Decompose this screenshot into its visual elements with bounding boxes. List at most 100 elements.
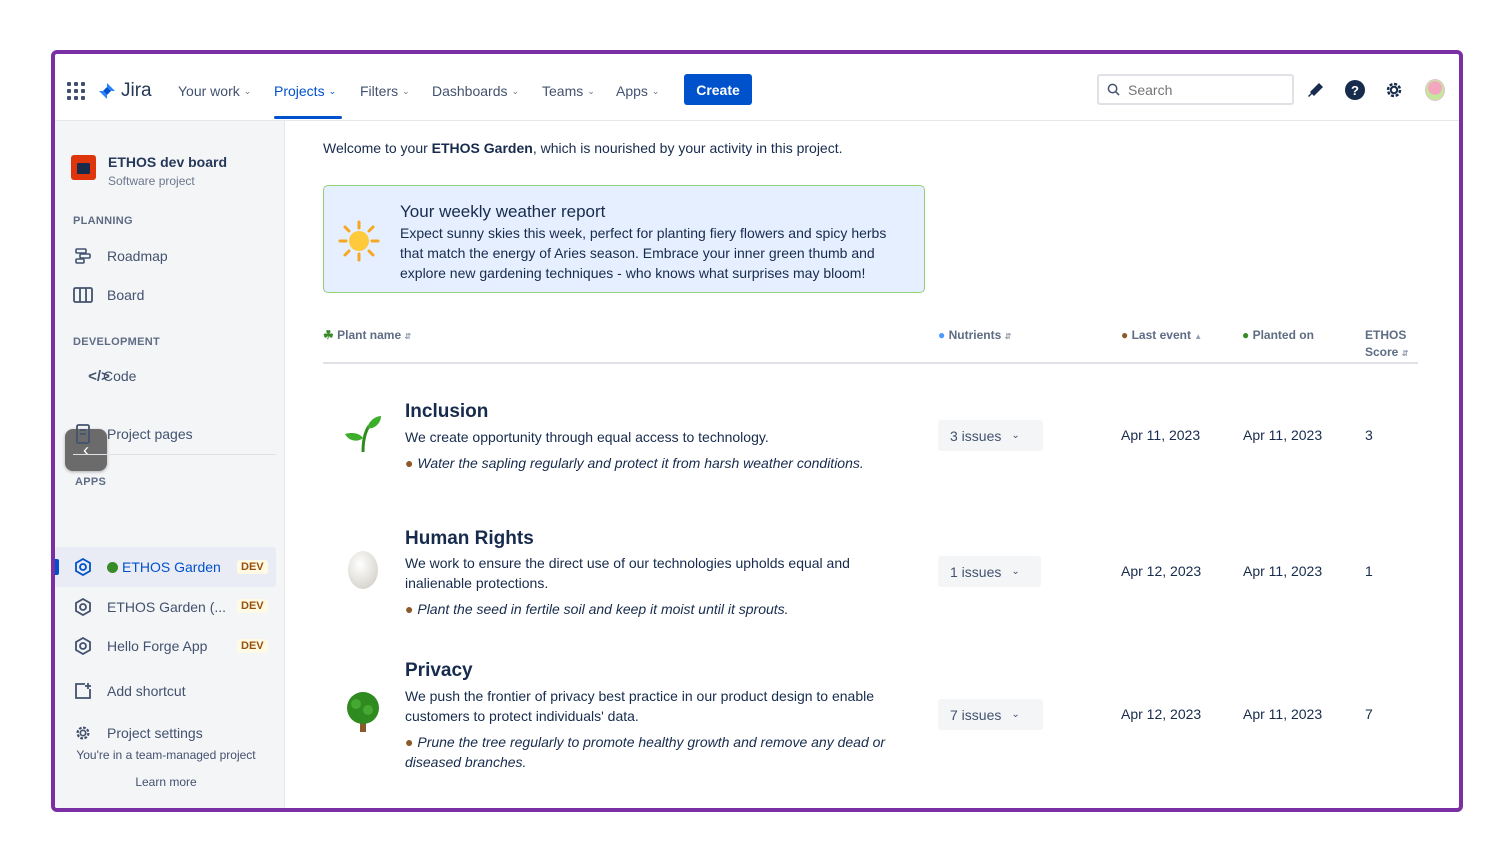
column-label: Last event bbox=[1131, 328, 1191, 342]
row-description: We push the frontier of privacy best pra… bbox=[405, 688, 875, 724]
nav-active-indicator bbox=[274, 116, 342, 119]
table-header-divider bbox=[323, 362, 1418, 364]
issues-label: 1 issues bbox=[950, 563, 1002, 580]
sidebar-item-ethos-garden-2[interactable]: ETHOS Garden (... bbox=[73, 595, 226, 619]
weather-report-card: Your weekly weather report Expect sunny … bbox=[323, 185, 925, 293]
sidebar-item-label: Hello Forge App bbox=[107, 638, 208, 654]
tractor-icon: ● bbox=[1242, 328, 1250, 342]
settings-icon[interactable] bbox=[1384, 80, 1404, 100]
nav-dashboards[interactable]: Dashboards ⌄ bbox=[432, 83, 519, 99]
sidebar-item-project-settings[interactable]: Project settings bbox=[73, 721, 203, 745]
sidebar: ETHOS dev board Software project PLANNIN… bbox=[55, 121, 285, 808]
search-input[interactable] bbox=[1128, 81, 1278, 98]
farmer-icon: ● bbox=[405, 734, 414, 750]
chevron-down-icon: ⌄ bbox=[651, 85, 660, 96]
row-title[interactable]: Privacy bbox=[405, 660, 473, 682]
planted-on-cell: Apr 11, 2023 bbox=[1243, 427, 1323, 443]
page-icon bbox=[73, 424, 93, 444]
chevron-down-icon: ⌄ bbox=[511, 85, 520, 96]
nav-apps[interactable]: Apps ⌄ bbox=[616, 83, 659, 99]
app-window: Jira Your work ⌄ Projects ⌄ Filters ⌄ Dashb… bbox=[51, 50, 1463, 812]
section-development: DEVELOPMENT bbox=[73, 336, 161, 348]
ethos-score-cell: 1 bbox=[1365, 563, 1373, 579]
farmer-icon: ● bbox=[405, 455, 414, 471]
sidebar-item-board[interactable]: Board bbox=[73, 283, 144, 307]
learn-more-link[interactable]: Learn more bbox=[55, 775, 277, 789]
column-plant-name[interactable]: ☘ Plant name ⇵ bbox=[323, 327, 411, 345]
top-navigation: Jira Your work ⌄ Projects ⌄ Filters ⌄ Dashb… bbox=[55, 54, 1459, 121]
sidebar-item-add-shortcut[interactable]: Add shortcut bbox=[73, 679, 186, 703]
issues-dropdown[interactable]: 1 issues ⌄ bbox=[938, 556, 1041, 587]
dev-badge: DEV bbox=[237, 639, 268, 653]
nav-filters-label: Filters bbox=[360, 83, 399, 99]
nav-teams[interactable]: Teams ⌄ bbox=[542, 83, 595, 99]
welcome-text: Welcome to your ETHOS Garden, which is n… bbox=[323, 140, 843, 156]
sidebar-item-project-pages[interactable]: Project pages bbox=[73, 422, 193, 446]
jira-logo[interactable]: Jira bbox=[97, 80, 152, 102]
column-label: ETHOS bbox=[1365, 328, 1407, 342]
column-last-event[interactable]: ● Last event ▲ bbox=[1121, 327, 1202, 345]
app-icon bbox=[73, 597, 93, 617]
chevron-down-icon: ⌄ bbox=[587, 85, 595, 96]
dev-badge: DEV bbox=[237, 560, 268, 574]
nav-dashboards-label: Dashboards bbox=[432, 83, 508, 99]
column-planted-on[interactable]: ● Planted on bbox=[1242, 327, 1314, 344]
app-icon bbox=[73, 557, 93, 577]
row-tip: ● Plant the seed in fertile soil and kee… bbox=[405, 599, 915, 619]
tree-icon bbox=[107, 561, 118, 573]
row-description: We work to ensure the direct use of our … bbox=[405, 555, 850, 591]
sidebar-item-label: Roadmap bbox=[107, 248, 168, 264]
sidebar-item-ethos-garden[interactable]: ETHOS Garden bbox=[73, 555, 221, 579]
nav-apps-label: Apps bbox=[616, 83, 648, 99]
divider bbox=[73, 454, 276, 455]
farmer-icon: ● bbox=[405, 601, 414, 617]
nav-your-work[interactable]: Your work ⌄ bbox=[178, 83, 251, 99]
issues-dropdown[interactable]: 3 issues ⌄ bbox=[938, 420, 1043, 451]
row-description: We create opportunity through equal acce… bbox=[405, 429, 769, 445]
tree-icon bbox=[347, 692, 379, 732]
row-title[interactable]: Inclusion bbox=[405, 401, 488, 423]
sidebar-item-hello-forge[interactable]: Hello Forge App bbox=[73, 634, 207, 658]
row-tip: ● Prune the tree regularly to promote he… bbox=[405, 732, 915, 772]
notifications-icon[interactable] bbox=[1306, 80, 1326, 100]
sidebar-item-roadmap[interactable]: Roadmap bbox=[73, 244, 168, 268]
issues-label: 7 issues bbox=[950, 706, 1002, 723]
dev-badge: DEV bbox=[237, 599, 268, 613]
last-event-cell: Apr 12, 2023 bbox=[1121, 706, 1202, 722]
weather-title: Your weekly weather report bbox=[400, 202, 606, 221]
app-switcher-icon[interactable] bbox=[67, 82, 85, 100]
row-title[interactable]: Human Rights bbox=[405, 528, 534, 550]
column-ethos-score[interactable]: ETHOS Score ⇵ bbox=[1365, 327, 1408, 362]
project-name[interactable]: ETHOS dev board bbox=[108, 154, 227, 170]
sort-icon: ⇵ bbox=[404, 332, 412, 341]
board-icon bbox=[73, 285, 93, 305]
nav-projects[interactable]: Projects ⌄ bbox=[274, 83, 336, 99]
create-button[interactable]: Create bbox=[684, 74, 752, 105]
search-box[interactable] bbox=[1097, 74, 1294, 105]
question-mark-icon: ? bbox=[1345, 80, 1365, 100]
sidebar-active-indicator bbox=[55, 559, 59, 575]
issues-dropdown[interactable]: 7 issues ⌄ bbox=[938, 699, 1043, 730]
project-avatar-icon bbox=[71, 155, 96, 180]
nav-filters[interactable]: Filters ⌄ bbox=[360, 83, 410, 99]
team-managed-note: You're in a team-managed project bbox=[76, 748, 256, 762]
help-icon[interactable]: ? bbox=[1345, 80, 1365, 100]
welcome-suffix: , which is nourished by your activity in… bbox=[532, 140, 843, 156]
sidebar-item-code[interactable]: </> Code bbox=[88, 364, 137, 388]
row-tip-text: Water the sapling regularly and protect … bbox=[417, 455, 864, 471]
megaphone-icon bbox=[1308, 83, 1323, 97]
jira-logo-icon bbox=[99, 83, 115, 99]
logo-text: Jira bbox=[121, 80, 152, 101]
seed-icon bbox=[348, 551, 378, 589]
add-shortcut-icon bbox=[73, 681, 93, 701]
section-apps: APPS bbox=[75, 476, 107, 488]
column-label-2: Score bbox=[1365, 345, 1399, 359]
column-nutrients[interactable]: ● Nutrients ⇵ bbox=[938, 327, 1011, 345]
sidebar-item-label: Add shortcut bbox=[107, 683, 186, 699]
nav-projects-label: Projects bbox=[274, 83, 325, 99]
sidebar-item-label: Code bbox=[103, 368, 137, 384]
profile-button[interactable] bbox=[1425, 79, 1445, 101]
column-label: Nutrients bbox=[948, 328, 1002, 342]
avatar bbox=[1425, 79, 1445, 101]
sidebar-item-label: Project settings bbox=[107, 725, 203, 741]
